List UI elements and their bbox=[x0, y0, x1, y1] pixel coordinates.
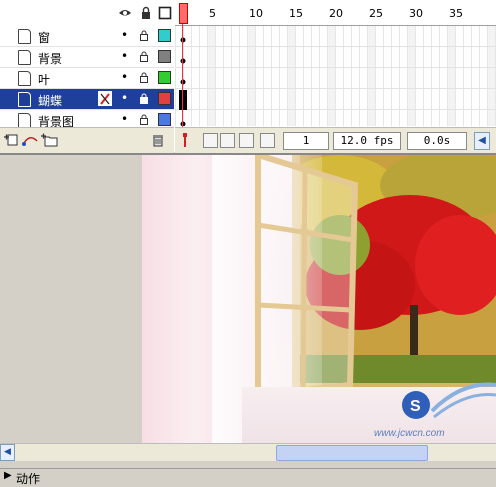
ruler-label: 35 bbox=[449, 7, 463, 20]
actions-panel-bar[interactable]: ▶ 动作 bbox=[0, 468, 496, 486]
frame-row-divider bbox=[175, 67, 496, 68]
expand-arrow-icon[interactable]: ▶ bbox=[4, 470, 12, 481]
ruler-label: 10 bbox=[249, 7, 263, 20]
layer-page-icon bbox=[18, 50, 31, 65]
add-motion-guide-icon[interactable] bbox=[21, 133, 39, 147]
frame-ruler[interactable]: 1 5 10 15 20 25 30 35 bbox=[175, 0, 496, 26]
frame-row-divider bbox=[175, 109, 496, 110]
layer-row[interactable]: 叶 • bbox=[0, 68, 174, 89]
layer-row-selected[interactable]: 蝴蝶 • bbox=[0, 89, 174, 110]
layer-name: 背景 bbox=[38, 52, 63, 66]
scroll-left-button[interactable]: ◀ bbox=[474, 132, 490, 150]
playhead-handle[interactable] bbox=[179, 3, 188, 24]
watermark-text: www.jcwcn.com bbox=[374, 428, 445, 439]
open-window-pane bbox=[255, 155, 359, 395]
trash-icon[interactable] bbox=[151, 133, 165, 147]
layer-list: 窗 • 背景 • 叶 • 蝴蝶 • 背景图 • bbox=[0, 26, 174, 131]
outline-square-icon[interactable] bbox=[158, 6, 172, 20]
layer-row[interactable]: 窗 • bbox=[0, 26, 174, 47]
layer-color-box[interactable] bbox=[158, 29, 171, 42]
lock-icon[interactable] bbox=[139, 51, 149, 62]
ruler-label: 30 bbox=[409, 7, 423, 20]
frame-rate-field[interactable]: 12.0 fps bbox=[333, 132, 401, 150]
visibility-dot[interactable]: • bbox=[121, 29, 128, 41]
add-layer-icon[interactable] bbox=[4, 133, 20, 147]
layer-header bbox=[0, 0, 174, 27]
ruler-label: 5 bbox=[209, 7, 216, 20]
frames-area[interactable]: 1 5 10 15 20 25 30 35 bbox=[175, 0, 496, 126]
scroll-left-arrow[interactable]: ◀ bbox=[0, 444, 15, 461]
visibility-dot[interactable]: • bbox=[121, 50, 128, 62]
lock-icon[interactable] bbox=[139, 72, 149, 83]
layer-color-box[interactable] bbox=[158, 71, 171, 84]
elapsed-time-field: 0.0s bbox=[407, 132, 467, 150]
layer-page-icon bbox=[18, 113, 31, 128]
frame-grid bbox=[175, 26, 496, 126]
actions-panel-label: 动作 bbox=[16, 472, 41, 486]
visibility-dot[interactable]: • bbox=[121, 92, 128, 104]
layer-color-box[interactable] bbox=[158, 92, 171, 105]
ruler-label: 15 bbox=[289, 7, 303, 20]
layer-page-icon bbox=[18, 92, 31, 107]
onion-skin-button[interactable] bbox=[203, 133, 218, 148]
lock-icon[interactable] bbox=[139, 6, 153, 20]
layer-row[interactable]: 背景 • bbox=[0, 47, 174, 68]
lock-icon[interactable] bbox=[139, 30, 149, 41]
stage-area[interactable]: S www.jcwcn.com bbox=[0, 153, 496, 445]
svg-text:S: S bbox=[410, 398, 421, 415]
onion-skin-outlines-button[interactable] bbox=[220, 133, 235, 148]
layer-name: 窗 bbox=[38, 31, 51, 45]
frame-row-divider bbox=[175, 88, 496, 89]
layer-name: 蝴蝶 bbox=[38, 94, 63, 108]
layer-page-icon bbox=[18, 29, 31, 44]
current-frame-field: 1 bbox=[283, 132, 329, 150]
pencil-icon bbox=[98, 91, 112, 106]
layer-color-box[interactable] bbox=[158, 113, 171, 126]
edit-multiple-frames-button[interactable] bbox=[239, 133, 254, 148]
visibility-dot[interactable]: • bbox=[121, 113, 128, 125]
frame-row-divider bbox=[175, 46, 496, 47]
ruler-label: 20 bbox=[329, 7, 343, 20]
layer-toolbar bbox=[0, 127, 174, 153]
add-layer-folder-icon[interactable] bbox=[41, 133, 59, 147]
lock-icon[interactable] bbox=[139, 93, 149, 104]
eye-icon[interactable] bbox=[118, 6, 132, 20]
playhead[interactable] bbox=[179, 0, 188, 127]
lock-icon[interactable] bbox=[139, 114, 149, 125]
ruler-label: 25 bbox=[369, 7, 383, 20]
visibility-dot[interactable]: • bbox=[121, 71, 128, 83]
playhead-line bbox=[182, 24, 183, 127]
stage-horizontal-scrollbar[interactable]: ◀ bbox=[0, 443, 496, 461]
scroll-thumb[interactable] bbox=[276, 445, 428, 461]
layer-color-box[interactable] bbox=[158, 50, 171, 63]
timeline-panel: 窗 • 背景 • 叶 • 蝴蝶 • 背景图 • 5 10 15 20 25 30… bbox=[0, 0, 496, 153]
layer-name: 叶 bbox=[38, 73, 51, 87]
frame-toolbar: 1 12.0 fps 0.0s ◀ bbox=[175, 127, 496, 153]
layer-page-icon bbox=[18, 71, 31, 86]
modify-onion-markers-button[interactable] bbox=[260, 133, 275, 148]
center-frame-icon[interactable] bbox=[181, 133, 189, 147]
